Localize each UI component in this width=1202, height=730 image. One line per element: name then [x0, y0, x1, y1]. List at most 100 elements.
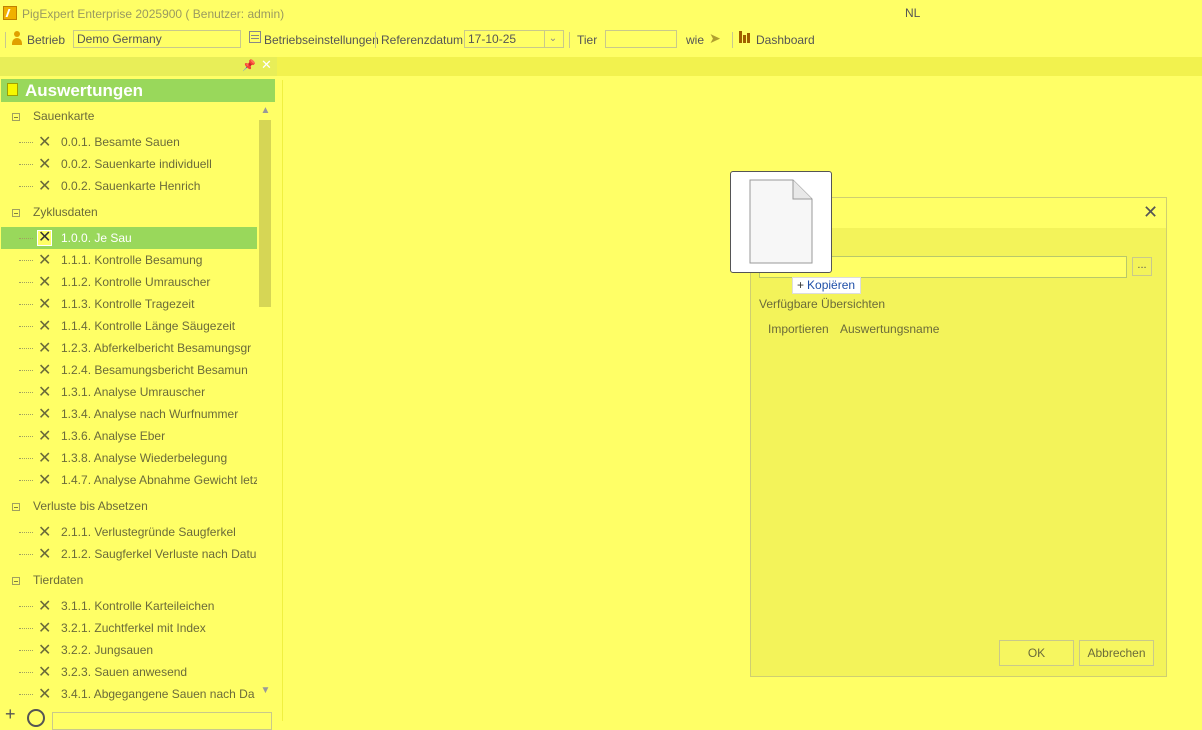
add-icon[interactable]: +	[5, 705, 16, 723]
sidebar-header	[0, 57, 277, 76]
tree-item-label: 1.1.4. Kontrolle Länge Säugezeit	[61, 319, 236, 333]
tree-scrollbar[interactable]: ▲ ▼	[258, 105, 273, 701]
chevron-down-icon[interactable]: ⌄	[544, 31, 561, 47]
report-icon: ✕	[38, 252, 52, 269]
column-header-import[interactable]: Importieren	[768, 322, 829, 336]
tree-group[interactable]: Tierdaten	[1, 569, 257, 591]
tree-item[interactable]: ✕ 0.0.2. Sauenkarte individuell	[1, 153, 257, 175]
tree-item[interactable]: ✕ 1.3.8. Analyse Wiederbelegung	[1, 447, 257, 469]
report-icon: ✕	[38, 406, 52, 423]
tree-group[interactable]: Zyklusdaten	[1, 201, 257, 223]
tree-item-selected[interactable]: ✕ 1.0.0. Je Sau	[1, 227, 257, 249]
collapse-icon[interactable]	[12, 209, 20, 217]
scroll-up-icon[interactable]: ▲	[258, 105, 273, 116]
report-icon: ✕	[38, 384, 52, 401]
tree-item-label: 0.0.1. Besamte Sauen	[61, 135, 180, 149]
scroll-down-icon[interactable]: ▼	[258, 685, 273, 696]
scroll-thumb[interactable]	[259, 120, 271, 307]
betrieb-label: Betrieb	[27, 33, 66, 47]
report-icon: ✕	[38, 428, 52, 445]
drag-tooltip: + Kopiëren	[792, 277, 862, 294]
tier-input[interactable]	[605, 30, 677, 48]
tree-group[interactable]: Verluste bis Absetzen	[1, 495, 257, 517]
clock-icon[interactable]	[27, 709, 45, 727]
tree-item[interactable]: ✕ 3.2.2. Jungsauen	[1, 639, 257, 661]
tree-item-label: 3.2.2. Jungsauen	[61, 643, 154, 657]
tree-item-label: 2.1.1. Verlustegründe Saugferkel	[61, 525, 236, 539]
tree-group-label: Tierdaten	[33, 573, 84, 587]
toolbar-separator	[569, 32, 570, 48]
sidebar-title: Auswertungen	[25, 81, 144, 100]
filter-input[interactable]	[52, 712, 272, 730]
settings-icon[interactable]	[249, 31, 261, 43]
tree-item[interactable]: ✕ 0.0.2. Sauenkarte Henrich	[1, 175, 257, 197]
tree-item[interactable]: ✕ 2.1.1. Verlustegründe Saugferkel	[1, 521, 257, 543]
tree-item[interactable]: ✕ 1.1.3. Kontrolle Tragezeit	[1, 293, 257, 315]
toolbar-separator	[732, 32, 733, 48]
tree-item-label: 3.1.1. Kontrolle Karteileichen	[61, 599, 215, 613]
report-icon: ✕	[38, 156, 52, 173]
tree-item[interactable]: ✕ 3.4.1. Abgegangene Sauen nach Da	[1, 683, 257, 701]
tree-item[interactable]: ✕ 1.2.4. Besamungsbericht Besamun	[1, 359, 257, 381]
tree-item[interactable]: ✕ 1.3.1. Analyse Umrauscher	[1, 381, 257, 403]
tree-item[interactable]: ✕ 2.1.2. Saugferkel Verluste nach Datu	[1, 543, 257, 565]
tree-item[interactable]: ✕ 3.1.1. Kontrolle Karteileichen	[1, 595, 257, 617]
file-drag-icon	[730, 171, 832, 273]
toolbar-separator	[375, 32, 376, 48]
report-icon: ✕	[38, 274, 52, 291]
tree-item[interactable]: ✕ 1.3.6. Analyse Eber	[1, 425, 257, 447]
tree-item[interactable]: ✕ 1.2.3. Abferkelbericht Besamungsgr	[1, 337, 257, 359]
tree-group-label: Sauenkarte	[33, 109, 95, 123]
report-icon: ✕	[38, 362, 52, 379]
collapse-icon[interactable]	[12, 577, 20, 585]
dashboard-button[interactable]: Dashboard	[756, 33, 815, 47]
tree-item[interactable]: ✕ 0.0.1. Besamte Sauen	[1, 131, 257, 153]
user-icon	[12, 31, 22, 45]
close-icon[interactable]: ✕	[261, 57, 272, 73]
tree-item[interactable]: ✕ 1.4.7. Analyse Abnahme Gewicht letz	[1, 469, 257, 491]
tree-item[interactable]: ✕ 1.1.1. Kontrolle Besamung	[1, 249, 257, 271]
tree-item-label: 1.1.3. Kontrolle Tragezeit	[61, 297, 195, 311]
report-icon	[7, 83, 18, 96]
wie-label: wie	[686, 33, 705, 47]
search-animal-icon[interactable]: ➤	[709, 30, 721, 47]
report-icon: ✕	[38, 296, 52, 313]
tree-item-label: 3.4.1. Abgegangene Sauen nach Da	[61, 687, 255, 701]
report-icon: ✕	[38, 340, 52, 357]
tree-item-label: 1.1.1. Kontrolle Besamung	[61, 253, 203, 267]
window-title: PigExpert Enterprise 2025900 ( Benutzer:…	[22, 7, 285, 21]
language-indicator[interactable]: NL	[905, 6, 920, 20]
title-bar: PigExpert Enterprise 2025900 ( Benutzer:…	[0, 0, 1202, 28]
toolbar: Betrieb Demo Germany Betriebseinstellung…	[0, 28, 1202, 52]
cancel-button[interactable]: Abbrechen	[1079, 640, 1154, 666]
report-icon: ✕	[38, 598, 52, 615]
report-icon: ✕	[38, 450, 52, 467]
betriebseinstellungen-button[interactable]: Betriebseinstellungen	[264, 33, 379, 47]
tree-item-label: 1.3.1. Analyse Umrauscher	[61, 385, 206, 399]
referenzdatum-value: 17-10-25	[468, 32, 517, 46]
sidebar-title-bar[interactable]: Auswertungen	[1, 79, 275, 102]
collapse-icon[interactable]	[12, 113, 20, 121]
browse-button[interactable]: ...	[1132, 257, 1152, 276]
report-tree: Sauenkarte ✕ 0.0.1. Besamte Sauen ✕ 0.0.2.…	[1, 105, 257, 701]
tree-item[interactable]: ✕ 1.3.4. Analyse nach Wurfnummer	[1, 403, 257, 425]
tree-group[interactable]: Sauenkarte	[1, 105, 257, 127]
report-icon: ✕	[38, 472, 52, 489]
collapse-icon[interactable]	[12, 503, 20, 511]
tree-item[interactable]: ✕ 1.1.2. Kontrolle Umrauscher	[1, 271, 257, 293]
tree-item[interactable]: ✕ 3.2.1. Zuchtferkel mit Index	[1, 617, 257, 639]
tree-item-label: 1.3.4. Analyse nach Wurfnummer	[61, 407, 239, 421]
document-tab-strip	[277, 57, 1202, 76]
close-icon[interactable]: ✕	[1143, 202, 1158, 223]
report-icon: ✕	[38, 642, 52, 659]
tree-item[interactable]: ✕ 1.1.4. Kontrolle Länge Säugezeit	[1, 315, 257, 337]
sidebar-footer: +	[0, 705, 277, 730]
ok-button[interactable]: OK	[999, 640, 1074, 666]
app-icon	[3, 6, 17, 20]
tree-item[interactable]: ✕ 3.2.3. Sauen anwesend	[1, 661, 257, 683]
betrieb-input[interactable]: Demo Germany	[73, 30, 241, 48]
tree-item-label: 1.4.7. Analyse Abnahme Gewicht letz	[61, 473, 257, 487]
report-icon: ✕	[38, 318, 52, 335]
column-header-name[interactable]: Auswertungsname	[840, 322, 939, 336]
pin-icon[interactable]: 📌	[242, 59, 256, 72]
